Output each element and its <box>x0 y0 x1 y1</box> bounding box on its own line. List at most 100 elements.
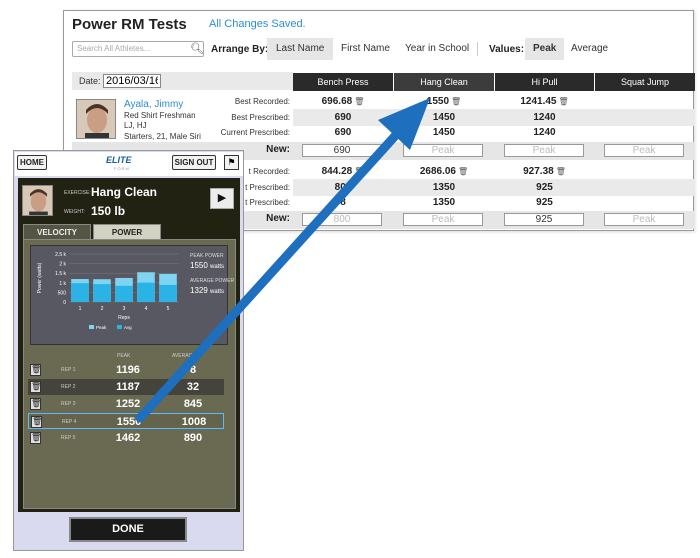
cell: 1450 <box>432 127 456 138</box>
trash-icon[interactable]: 🗑︎ <box>354 167 364 176</box>
home-button[interactable]: HOME <box>17 155 47 170</box>
tab-velocity[interactable]: VELOCITY <box>23 224 91 239</box>
cell: 1450 <box>432 112 456 123</box>
rep-avg: 32 <box>186 381 200 393</box>
peak-power-label: PEAK POWER <box>190 253 224 259</box>
sign-out-button[interactable]: SIGN OUT <box>172 155 216 170</box>
search-icon[interactable]: 🔍︎ <box>190 42 204 55</box>
new-value-input[interactable]: 800 <box>302 213 382 226</box>
video-camera-icon[interactable]: ▶︎ <box>210 188 234 209</box>
rep-avg: 890 <box>183 432 203 444</box>
col-average: AVERAGE <box>172 353 196 359</box>
logo-subtext: FORM <box>114 166 130 171</box>
rep-label: REP 1 <box>61 367 76 373</box>
date-label: Date: <box>79 76 101 86</box>
trash-icon[interactable]: 🗑︎ <box>458 167 468 176</box>
trash-icon[interactable]: 🗑︎ <box>30 364 41 376</box>
row-label-best-prescribed: Best Prescribed: <box>231 113 290 122</box>
rep-avg: 845 <box>183 398 203 410</box>
athlete-photo <box>76 99 116 139</box>
divider <box>477 42 478 56</box>
cell: 8 <box>340 197 346 208</box>
save-status: All Changes Saved. <box>209 18 306 30</box>
bar-avg <box>159 284 177 302</box>
cell-bench-best-recorded: 696.68 🗑︎ <box>321 96 365 107</box>
rep-label: REP 4 <box>62 419 77 425</box>
trash-icon[interactable]: 🗑︎ <box>31 416 42 428</box>
trash-icon[interactable]: 🗑︎ <box>559 97 569 106</box>
sort-first-name[interactable]: First Name <box>332 38 399 60</box>
avg-power-value: 1329 watts <box>190 286 225 295</box>
cell: 1350 <box>432 182 456 193</box>
cell-hipull-best-recorded: 927.38 🗑︎ <box>523 166 566 177</box>
exercise-label: EXERCISE: <box>64 190 91 196</box>
sort-last-name[interactable]: Last Name <box>267 38 334 60</box>
sort-year-in-school[interactable]: Year in School <box>396 38 478 60</box>
trash-icon[interactable]: 🗑︎ <box>30 432 41 444</box>
bar-avg <box>71 283 89 302</box>
exercise-name: Hang Clean <box>91 185 158 199</box>
y-tick-label: 2.5 k <box>55 252 66 258</box>
col-hang-clean[interactable]: Hang Clean <box>394 73 494 91</box>
cell: 690 <box>334 127 352 138</box>
x-tick-label: 2 <box>101 306 104 312</box>
legend-label: Avg <box>124 325 132 330</box>
new-value-input[interactable]: Peak <box>403 213 483 226</box>
done-button[interactable]: DONE <box>69 517 187 542</box>
new-value-input[interactable]: Peak <box>604 213 684 226</box>
power-chart: 2.5 k 2 k 1.5 k 1 k 500 0 Power (watts) 1 2 3 4 5 Re… <box>30 245 228 345</box>
cell: 800 <box>334 182 352 193</box>
rep-row[interactable]: 🗑︎ REP 1 1196 8 <box>28 362 224 378</box>
col-squat-jump[interactable]: Squat Jump <box>595 73 695 91</box>
new-value-input[interactable]: 925 <box>504 213 584 226</box>
rep-row[interactable]: 🗑︎ REP 2 1187 32 <box>28 379 224 395</box>
athlete-name[interactable]: Ayala, Jimmy <box>124 99 183 110</box>
arrange-by-label: Arrange By: <box>211 44 269 55</box>
new-value-input[interactable]: Peak <box>504 144 584 157</box>
flag-icon[interactable]: ⚑ <box>224 155 239 170</box>
y-tick-label: 1 k <box>59 281 66 287</box>
legend-swatch-avg <box>117 325 122 329</box>
rep-peak: 1187 <box>116 381 140 393</box>
search-input[interactable]: Search All Athletes... <box>72 41 204 57</box>
y-tick-label: 0 <box>63 300 66 306</box>
athlete-events: LJ, HJ <box>124 121 147 130</box>
trash-icon[interactable]: 🗑︎ <box>30 381 41 393</box>
date-input[interactable] <box>103 74 162 88</box>
tab-power[interactable]: POWER <box>93 224 161 239</box>
rep-row-selected[interactable]: 🗑︎ REP 4 1550 1008 <box>28 413 224 429</box>
trash-icon[interactable]: 🗑︎ <box>451 97 461 106</box>
rep-label: REP 2 <box>61 384 76 390</box>
x-tick-label: 1 <box>79 306 82 312</box>
trash-icon[interactable]: 🗑︎ <box>354 97 364 106</box>
trash-icon[interactable]: 🗑︎ <box>556 167 566 176</box>
bar-avg <box>137 282 155 302</box>
elite-logo: ELITE <box>106 155 132 165</box>
bar-avg <box>93 284 111 302</box>
bar-avg <box>115 285 133 302</box>
cell-hang-best-recorded: 2686.06 🗑︎ <box>419 166 469 177</box>
page-title: Power RM Tests <box>72 16 187 33</box>
cell-hipull-best-recorded: 1241.45 🗑︎ <box>520 96 569 107</box>
cell-hang-best-recorded: 1550 🗑︎ <box>426 96 462 107</box>
rep-peak: 1196 <box>116 364 140 376</box>
new-value-input[interactable]: 690 <box>302 144 382 157</box>
legend-swatch-peak <box>89 325 94 329</box>
y-tick-label: 1.5 k <box>55 271 66 277</box>
new-value-input[interactable]: Peak <box>403 144 483 157</box>
date-field: Date: <box>72 72 293 90</box>
col-hi-pull[interactable]: Hi Pull <box>495 73 594 91</box>
trash-icon[interactable]: 🗑︎ <box>30 398 41 410</box>
rep-avg: 1008 <box>181 416 207 428</box>
new-value-input[interactable]: Peak <box>604 144 684 157</box>
rep-row[interactable]: 🗑︎ REP 3 1252 845 <box>28 396 224 412</box>
value-peak[interactable]: Peak <box>525 38 565 60</box>
rep-label: REP 5 <box>61 435 76 441</box>
athlete-photo <box>22 185 53 216</box>
rep-row[interactable]: 🗑︎ REP 5 1462 890 <box>28 430 224 446</box>
rep-peak: 1252 <box>115 398 141 410</box>
value-average[interactable]: Average <box>563 38 616 60</box>
peak-power-value: 1550 watts <box>190 261 225 270</box>
col-bench-press[interactable]: Bench Press <box>293 73 393 91</box>
cell: 1350 <box>432 197 456 208</box>
